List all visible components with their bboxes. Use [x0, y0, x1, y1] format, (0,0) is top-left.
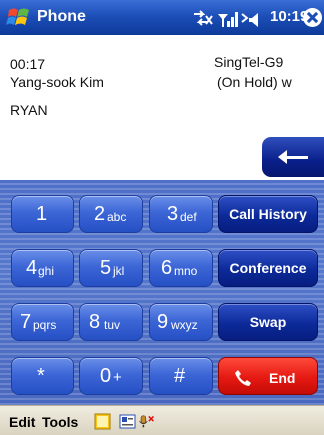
key-letters: def [180, 210, 197, 224]
dial-keypad: 1 2 abc 3 def Call History 4 ghi 5 jkl 6… [0, 180, 324, 405]
key-6[interactable]: 6 mno [149, 249, 213, 287]
key-digit: 1 [36, 203, 48, 225]
key-digit: # [174, 365, 186, 387]
key-digit: 0 [100, 365, 112, 387]
windows-start-icon[interactable] [6, 5, 32, 30]
contact-label: RYAN [10, 102, 48, 118]
key-4[interactable]: 4 ghi [11, 249, 74, 287]
connectivity-icon [194, 10, 213, 26]
menu-bar: Edit Tools [0, 405, 324, 435]
app-title: Phone [37, 8, 86, 25]
key-hash[interactable]: # [149, 357, 213, 395]
key-digit: 5 [100, 257, 112, 279]
volume-icon [241, 13, 258, 27]
key-digit: 4 [26, 257, 38, 279]
key-star[interactable]: * [11, 357, 74, 395]
end-call-label: End [269, 370, 296, 386]
key-5[interactable]: 5 jkl [79, 249, 143, 287]
call-duration: 00:17 [10, 56, 46, 72]
signal-icon [218, 12, 238, 27]
key-9[interactable]: 9 wxyz [149, 303, 213, 341]
key-letters: abc [107, 210, 127, 224]
title-bar: Phone 10:19 [0, 0, 324, 35]
key-letters: mno [174, 264, 198, 278]
key-3[interactable]: 3 def [149, 195, 213, 233]
key-8[interactable]: 8 tuv [79, 303, 143, 341]
key-7[interactable]: 7 pqrs [11, 303, 74, 341]
key-letters: pqrs [33, 318, 57, 332]
key-digit: 2 [94, 203, 106, 225]
key-digit: 3 [167, 203, 179, 225]
key-digit: 6 [161, 257, 173, 279]
swap-button[interactable]: Swap [218, 303, 318, 341]
end-call-button[interactable]: End [218, 357, 318, 395]
hold-status: (On Hold) w [217, 74, 292, 90]
backspace-button[interactable] [262, 137, 324, 177]
key-0[interactable]: 0 + [79, 357, 143, 395]
menu-edit[interactable]: Edit [9, 414, 35, 430]
key-digit: 8 [89, 311, 101, 333]
key-2[interactable]: 2 abc [79, 195, 143, 233]
microphone-mute-icon[interactable] [138, 413, 155, 430]
notes-icon[interactable] [94, 413, 111, 430]
key-letters: wxyz [171, 318, 198, 332]
key-letters: jkl [113, 264, 125, 278]
key-1[interactable]: 1 [11, 195, 74, 233]
call-info-panel: 00:17 Yang-sook Kim RYAN SingTel-G9 (On … [0, 35, 324, 195]
close-icon[interactable] [303, 8, 322, 27]
call-history-button[interactable]: Call History [218, 195, 318, 233]
status-icons[interactable] [192, 8, 270, 28]
phone-handset-icon [235, 370, 251, 386]
backspace-arrow-icon [278, 150, 308, 164]
menu-tools[interactable]: Tools [42, 414, 78, 430]
key-letters: tuv [104, 318, 121, 332]
caller-name: Yang-sook Kim [10, 74, 104, 90]
key-digit: 7 [20, 311, 32, 333]
contact-card-icon[interactable] [119, 413, 136, 430]
key-digit: * [37, 365, 45, 387]
key-digit: 9 [157, 311, 169, 333]
conference-button[interactable]: Conference [218, 249, 318, 287]
key-letters: ghi [38, 264, 55, 278]
carrier-name: SingTel-G9 [214, 54, 284, 70]
key-letters: + [113, 369, 122, 386]
